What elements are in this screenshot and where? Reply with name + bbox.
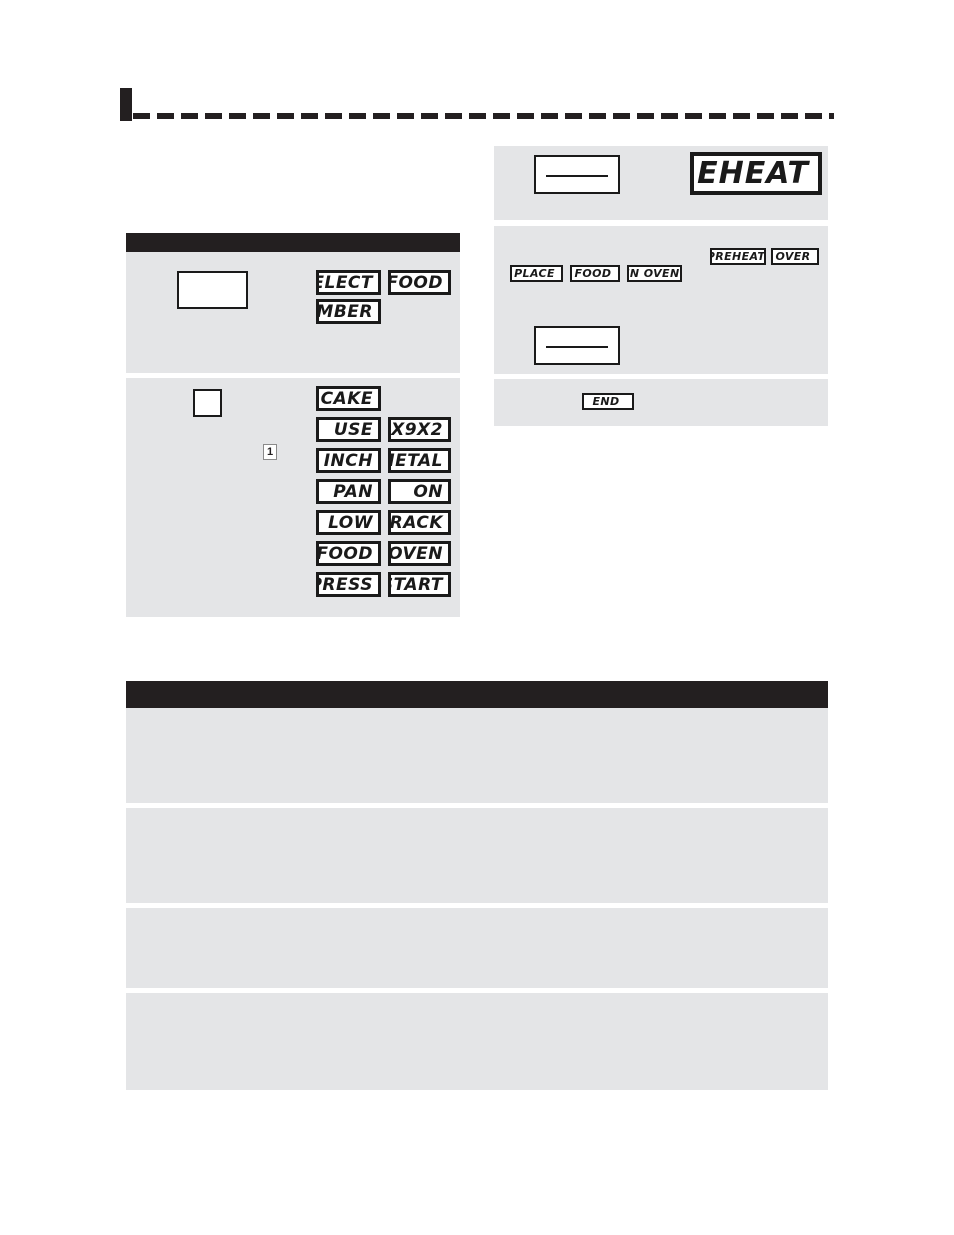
lcd-cake: CAKE <box>316 386 381 411</box>
left-panel-a-header <box>126 233 460 252</box>
table-row <box>126 808 828 903</box>
section-divider <box>120 88 834 128</box>
lcd-metal: METAL <box>388 448 451 473</box>
right-panel-e: END <box>494 379 828 426</box>
lcd-tag-over: OVER <box>771 248 819 265</box>
lcd-13x9x2: 13X9X2 <box>388 417 451 442</box>
panel-c-blank-display <box>534 155 620 194</box>
panel-d-display-rule <box>545 345 609 348</box>
table-row <box>126 993 828 1090</box>
lcd-tag-in-oven: IN OVEN <box>627 265 682 282</box>
panel-a-blank-display <box>177 271 248 309</box>
lcd-number: NUMBER <box>316 299 381 324</box>
left-panel-a: SELECT FOOD NUMBER <box>126 252 460 373</box>
right-panel-c: PREHEAT <box>494 146 828 220</box>
lcd-tag-preheat: PREHEAT <box>710 248 766 265</box>
lcd-in-oven: IN OVEN <box>388 541 451 566</box>
panel-d-blank-display <box>534 326 620 365</box>
lcd-rack: RACK <box>388 510 451 535</box>
lcd-tag-end: END <box>582 393 634 410</box>
left-panel-b: 1 CAKE USE INCH PAN LOW NO FOOD PRESS 13… <box>126 378 460 617</box>
lcd-use: USE <box>316 417 381 442</box>
lcd-press: PRESS <box>316 572 381 597</box>
lcd-start: START <box>388 572 451 597</box>
lcd-no-food: NO FOOD <box>316 541 381 566</box>
lcd-low: LOW <box>316 510 381 535</box>
lcd-pan: PAN <box>316 479 381 504</box>
lcd-food: FOOD <box>388 270 451 295</box>
panel-b-small-square <box>193 389 222 417</box>
table-row <box>126 908 828 988</box>
lcd-tag-food: FOOD <box>570 265 620 282</box>
lcd-tag-place: PLACE <box>510 265 563 282</box>
step-number-badge: 1 <box>263 444 277 460</box>
lcd-inch: INCH <box>316 448 381 473</box>
table-row <box>126 708 828 803</box>
divider-tick-bar <box>120 88 132 121</box>
bottom-table-header <box>126 681 828 708</box>
lcd-preheat-large: PREHEAT <box>690 152 822 195</box>
bottom-table <box>126 681 828 1090</box>
right-panel-d: PREHEAT OVER PLACE FOOD IN OVEN <box>494 226 828 374</box>
panel-c-display-rule <box>545 174 609 177</box>
lcd-on: ON <box>388 479 451 504</box>
lcd-select: SELECT <box>316 270 381 295</box>
divider-dashed-line <box>133 113 834 119</box>
